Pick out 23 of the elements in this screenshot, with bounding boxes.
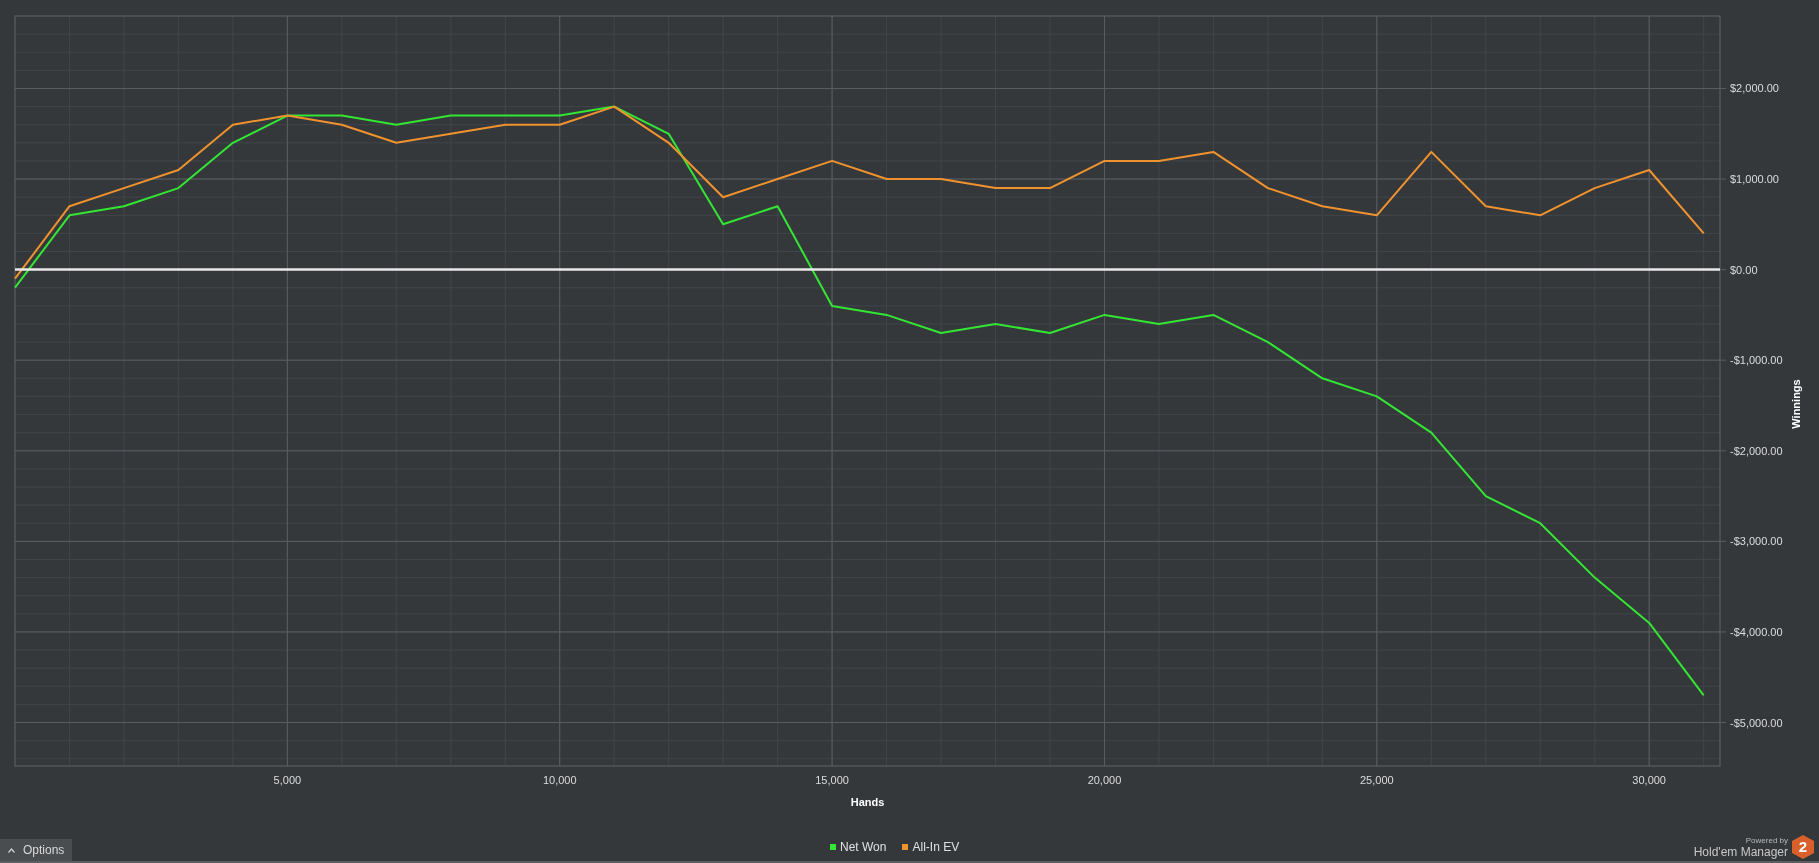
x-tick-label: 30,000 xyxy=(1632,774,1666,786)
x-tick-label: 20,000 xyxy=(1087,774,1122,786)
x-tick-label: 10,000 xyxy=(542,774,577,786)
y-tick-label: $2,000.00 xyxy=(1730,82,1779,95)
y-tick-label: -$5,000.00 xyxy=(1730,716,1783,729)
x-axis-title: Hands xyxy=(850,796,885,808)
x-tick-label: 25,000 xyxy=(1360,774,1394,786)
legend-label: Net Won xyxy=(840,839,887,856)
legend-label: All-In EV xyxy=(912,839,960,856)
logo-badge: 2 xyxy=(1792,835,1814,859)
x-tick-label: 5,000 xyxy=(273,774,302,786)
y-tick-label: -$2,000.00 xyxy=(1730,444,1783,457)
y-tick-label: -$1,000.00 xyxy=(1730,354,1783,367)
y-tick-label: $0.00 xyxy=(1730,263,1758,276)
y-tick-label: -$4,000.00 xyxy=(1730,625,1783,638)
y-tick-label: $1,000.00 xyxy=(1730,173,1779,186)
powered-by-text: Powered by xyxy=(1745,835,1788,845)
options-button[interactable]: Options xyxy=(0,839,73,861)
y-tick-label: -$3,000.00 xyxy=(1730,535,1783,548)
x-tick-label: 15,000 xyxy=(815,774,849,786)
product-name: Hold'em Manager xyxy=(1693,844,1788,859)
y-axis-title: Winnings xyxy=(1790,379,1802,429)
caret-icon xyxy=(8,847,15,853)
